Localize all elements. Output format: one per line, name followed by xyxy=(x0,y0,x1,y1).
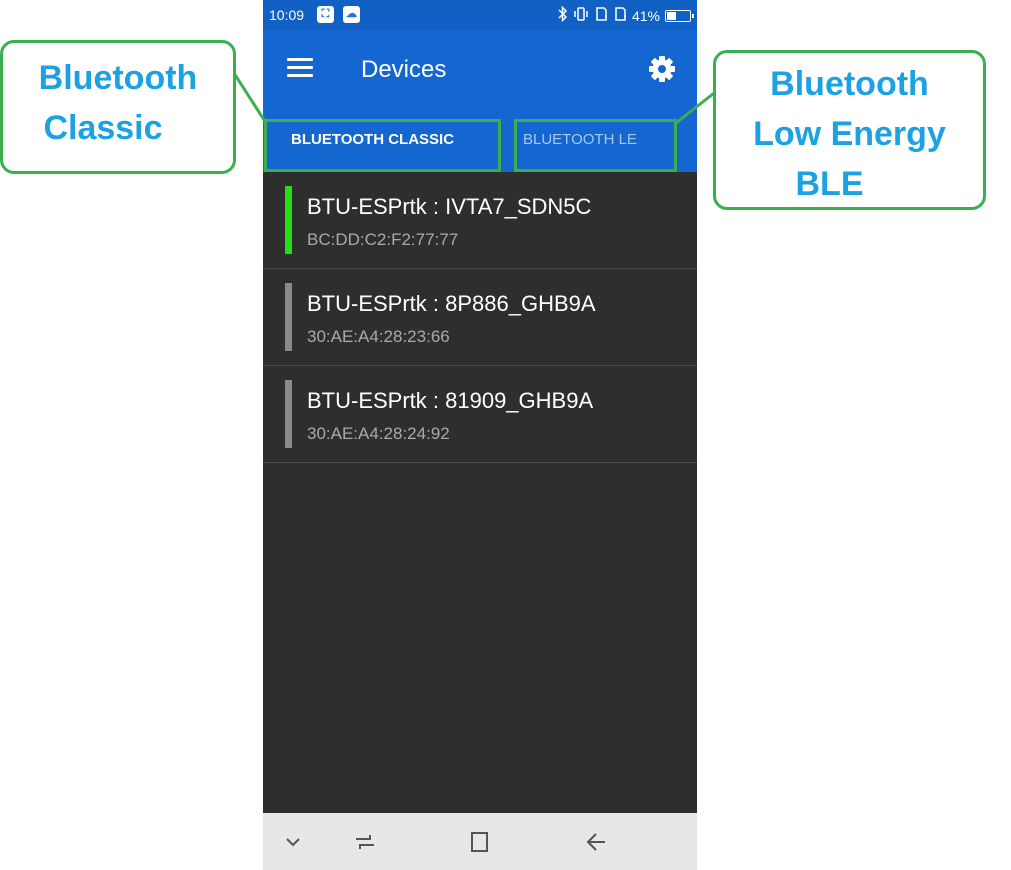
signal-sim1-icon xyxy=(594,6,608,26)
recent-apps-icon[interactable] xyxy=(350,827,380,857)
device-address: 30:AE:A4:28:24:92 xyxy=(307,424,450,443)
callout-bluetooth-le: Bluetooth Low Energy BLE xyxy=(713,50,986,210)
device-name: BTU-ESPrtk : 8P886_GHB9A xyxy=(307,291,596,316)
battery-icon xyxy=(665,10,694,22)
highlight-box-classic-tab xyxy=(264,119,501,172)
callout-bluetooth-classic: Bluetooth Classic xyxy=(0,40,236,174)
navigation-bar xyxy=(263,813,697,870)
device-row[interactable]: BTU-ESPrtk : IVTA7_SDN5C BC:DD:C2:F2:77:… xyxy=(263,172,697,269)
hamburger-menu-icon[interactable] xyxy=(287,58,313,78)
screenshot-icon: ⛶ xyxy=(317,6,334,23)
highlight-box-le-tab xyxy=(514,119,677,172)
status-time: 10:09 xyxy=(269,7,305,23)
app-bar: Devices xyxy=(263,30,697,108)
bluetooth-icon xyxy=(558,5,568,26)
status-bar: 10:09 ⛶ ☁ 41% xyxy=(263,0,697,30)
device-address: 30:AE:A4:28:23:66 xyxy=(307,327,450,346)
status-indicators: 41% xyxy=(558,5,694,26)
device-name: BTU-ESPrtk : 81909_GHB9A xyxy=(307,388,594,413)
device-address: BC:DD:C2:F2:77:77 xyxy=(307,230,459,249)
connection-indicator xyxy=(285,186,292,254)
callout-classic-line1: Bluetooth xyxy=(38,59,198,97)
callout-ble-line2: Low Energy xyxy=(753,115,946,153)
back-icon[interactable] xyxy=(581,827,611,857)
vibrate-icon xyxy=(573,6,589,26)
callout-classic-line2: Classic xyxy=(43,109,163,147)
battery-level-fill xyxy=(667,12,676,20)
connection-indicator xyxy=(285,380,292,448)
callout-ble-line3: BLE xyxy=(795,165,864,203)
signal-sim2-icon xyxy=(613,6,627,26)
device-row[interactable]: BTU-ESPrtk : 8P886_GHB9A 30:AE:A4:28:23:… xyxy=(263,269,697,366)
device-name: BTU-ESPrtk : IVTA7_SDN5C xyxy=(307,194,592,219)
device-list: BTU-ESPrtk : IVTA7_SDN5C BC:DD:C2:F2:77:… xyxy=(263,172,697,463)
device-row[interactable]: BTU-ESPrtk : 81909_GHB9A 30:AE:A4:28:24:… xyxy=(263,366,697,463)
connection-indicator xyxy=(285,283,292,351)
home-icon[interactable] xyxy=(465,827,495,857)
callout-ble-line1: Bluetooth xyxy=(770,65,929,103)
gear-icon[interactable] xyxy=(647,54,677,84)
battery-text: 41% xyxy=(631,8,660,24)
chevron-down-icon[interactable] xyxy=(278,827,308,857)
cloud-app-icon: ☁ xyxy=(343,6,360,23)
page-title: Devices xyxy=(361,56,447,83)
